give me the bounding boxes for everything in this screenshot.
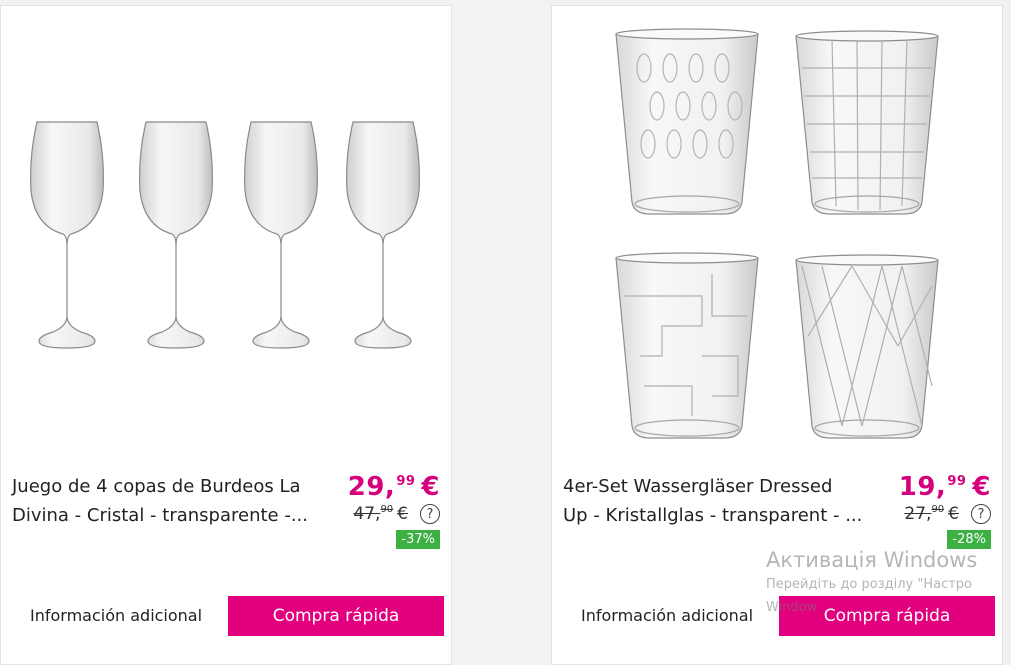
tumbler-glass <box>795 254 939 439</box>
discount-badge: -37% <box>396 530 440 549</box>
wine-glass <box>244 121 318 349</box>
water-glasses-image <box>615 28 939 439</box>
product-title-line[interactable]: Up - Kristallglas - transparent - ... <box>563 501 883 530</box>
wine-glass <box>30 121 104 349</box>
old-price-currency: € <box>948 504 959 524</box>
price-block: 29, 99 € 47, 90 € ? -37% <box>348 472 440 549</box>
quick-buy-button[interactable]: Compra rápida <box>779 596 995 636</box>
product-image-wine-glasses[interactable] <box>1 6 451 461</box>
product-card-wine-glasses[interactable]: Juego de 4 copas de Burdeos La Divina - … <box>0 5 452 665</box>
current-price: 19, 99 € <box>899 472 991 502</box>
price-cents: 99 <box>396 474 416 489</box>
price-help-icon[interactable]: ? <box>971 504 991 524</box>
current-price: 29, 99 € <box>348 472 440 502</box>
wine-glass <box>346 121 420 349</box>
product-title[interactable]: 4er-Set Wassergläser Dressed Up - Krista… <box>563 472 883 530</box>
price-cents: 99 <box>947 474 967 489</box>
product-title-line[interactable]: Juego de 4 copas de Burdeos La <box>12 472 332 501</box>
price-block: 19, 99 € 27, 90 € ? -28% <box>899 472 991 549</box>
product-card-water-glasses[interactable]: 4er-Set Wassergläser Dressed Up - Krista… <box>551 5 1003 665</box>
wine-glass <box>139 121 213 349</box>
old-price: 47, 90 € <box>353 504 408 524</box>
price-main: 19, <box>898 472 947 502</box>
old-price-main: 27, <box>904 504 932 524</box>
old-price-cents: 90 <box>931 504 945 515</box>
product-image-water-glasses[interactable] <box>552 6 1002 461</box>
additional-info-link[interactable]: Información adicional <box>30 606 202 625</box>
old-price-main: 47, <box>353 504 381 524</box>
old-price-cents: 90 <box>380 504 394 515</box>
price-help-icon[interactable]: ? <box>420 504 440 524</box>
wine-glasses-image <box>30 121 420 349</box>
additional-info-link[interactable]: Información adicional <box>581 606 753 625</box>
tumbler-glass <box>615 28 759 215</box>
quick-buy-button[interactable]: Compra rápida <box>228 596 444 636</box>
old-price: 27, 90 € <box>904 504 959 524</box>
product-title-line[interactable]: Divina - Cristal - transparente -... <box>12 501 332 530</box>
tumbler-glass <box>615 252 759 439</box>
price-currency: € <box>972 472 991 502</box>
product-title-line[interactable]: 4er-Set Wassergläser Dressed <box>563 472 883 501</box>
discount-badge: -28% <box>947 530 991 549</box>
price-main: 29, <box>347 472 396 502</box>
tumbler-glass <box>795 30 939 215</box>
old-price-currency: € <box>397 504 408 524</box>
price-currency: € <box>421 472 440 502</box>
product-title[interactable]: Juego de 4 copas de Burdeos La Divina - … <box>12 472 332 530</box>
